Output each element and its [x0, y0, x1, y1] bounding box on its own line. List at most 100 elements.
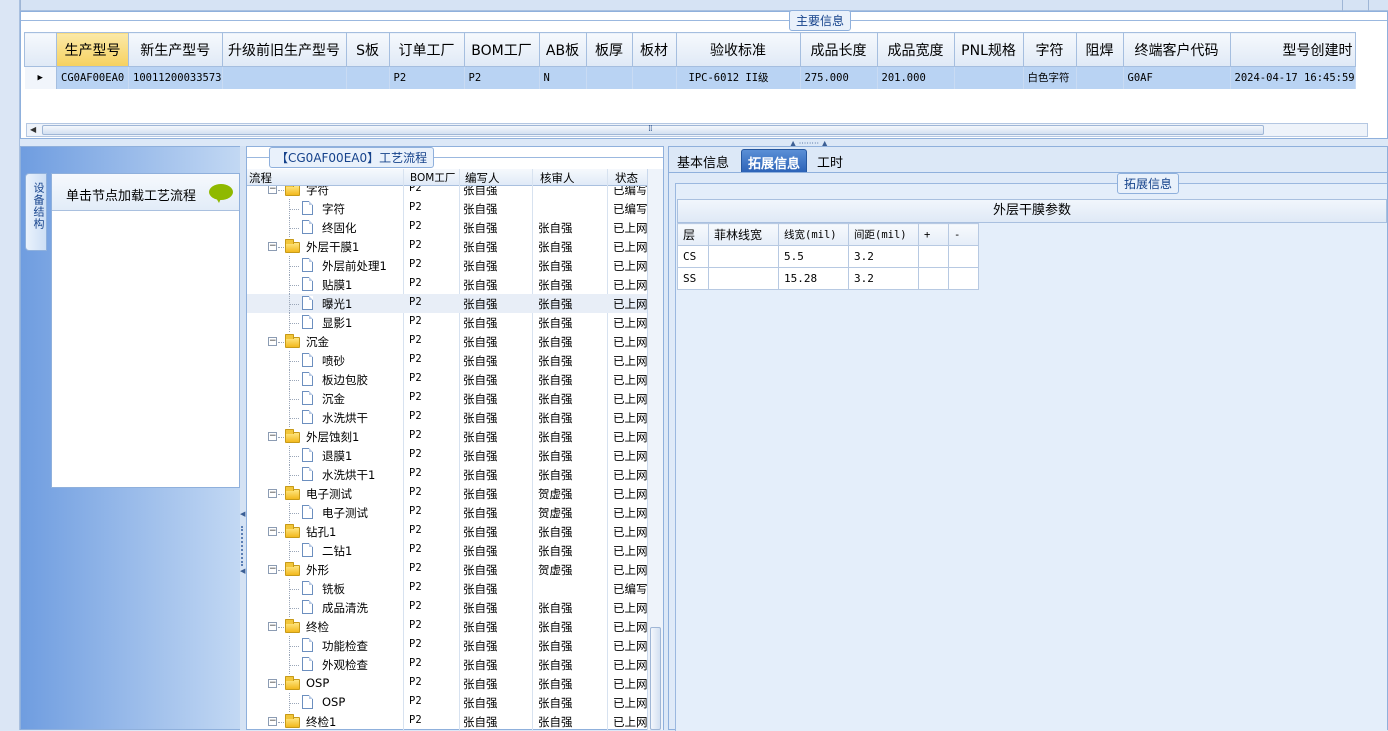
list-item[interactable]: 曝光1 P2 张自强 张自强 已上网: [247, 294, 647, 313]
list-item[interactable]: 水洗烘干1 P2 张自强 张自强 已上网: [247, 465, 647, 484]
table-cell[interactable]: [1076, 66, 1124, 89]
list-item[interactable]: 功能检查 P2 张自强 张自强 已上网: [247, 636, 647, 655]
list-item[interactable]: − 外层蚀刻1 P2 张自强 张自强 已上网: [247, 427, 647, 446]
collapse-icon[interactable]: −: [268, 565, 277, 574]
column-header[interactable]: 新生产型号: [128, 32, 223, 67]
collapse-icon[interactable]: −: [268, 242, 277, 251]
list-item[interactable]: − 钻孔1 P2 张自强 张自强 已上网: [247, 522, 647, 541]
column-header[interactable]: 订单工厂: [388, 32, 465, 67]
param-cell[interactable]: [948, 267, 979, 290]
param-cell[interactable]: 3.2: [848, 267, 919, 290]
table-cell[interactable]: 白色字符: [1023, 66, 1077, 89]
param-cell[interactable]: 3.2: [848, 245, 919, 268]
splitter-arrow-icon[interactable]: ◀: [240, 568, 245, 575]
table-cell[interactable]: [954, 66, 1024, 89]
param-cell[interactable]: [708, 267, 779, 290]
param-cell[interactable]: 5.5: [778, 245, 849, 268]
col-header-flow[interactable]: 流程: [249, 170, 272, 186]
list-item[interactable]: OSP P2 张自强 张自强 已上网: [247, 693, 647, 712]
list-item[interactable]: − 外层干膜1 P2 张自强 张自强 已上网: [247, 237, 647, 256]
col-header-reviewer[interactable]: 核审人: [540, 170, 575, 186]
table-cell[interactable]: CG0AF00EA0: [56, 66, 129, 89]
list-item[interactable]: 板边包胶 P2 张自强 张自强 已上网: [247, 370, 647, 389]
table-cell[interactable]: G0AF: [1123, 66, 1231, 89]
collapse-icon[interactable]: −: [268, 432, 277, 441]
list-item[interactable]: 铣板 P2 张自强 已编写: [247, 579, 647, 598]
list-item[interactable]: 二钻1 P2 张自强 张自强 已上网: [247, 541, 647, 560]
table-cell[interactable]: [586, 66, 633, 89]
column-header[interactable]: 型号创建时: [1229, 32, 1356, 67]
param-cell[interactable]: 15.28: [778, 267, 849, 290]
list-item[interactable]: 终固化 P2 张自强 张自强 已上网: [247, 218, 647, 237]
table-row[interactable]: CS 5.5 3.2: [677, 245, 979, 268]
param-cell[interactable]: [948, 245, 979, 268]
table-cell[interactable]: 275.000: [800, 66, 878, 89]
column-header[interactable]: 阻焊: [1075, 32, 1124, 67]
param-col-header[interactable]: 层: [677, 223, 709, 246]
column-header[interactable]: BOM工厂: [463, 32, 540, 67]
row-indicator-header[interactable]: [24, 32, 57, 67]
list-item[interactable]: 退膜1 P2 张自强 张自强 已上网: [247, 446, 647, 465]
tab-extended-info[interactable]: 拓展信息: [741, 149, 808, 172]
list-item[interactable]: − 外形 P2 张自强 贺虚强 已上网: [247, 560, 647, 579]
table-cell[interactable]: IPC-6012 II级: [676, 66, 801, 89]
param-cell[interactable]: [918, 267, 949, 290]
column-header[interactable]: 终端客户代码: [1122, 32, 1231, 67]
table-cell[interactable]: 10011200033573: [128, 66, 223, 89]
chat-bubble-icon[interactable]: [209, 184, 233, 203]
vertical-scroll-thumb[interactable]: [650, 627, 661, 730]
list-item[interactable]: 显影1 P2 张自强 张自强 已上网: [247, 313, 647, 332]
param-col-header[interactable]: -: [948, 223, 979, 246]
column-header[interactable]: 升级前旧生产型号: [221, 32, 347, 67]
list-item[interactable]: 喷砂 P2 张自强 张自强 已上网: [247, 351, 647, 370]
column-header[interactable]: 成品长度: [799, 32, 878, 67]
tab-basic-info[interactable]: 基本信息: [671, 149, 735, 172]
list-item[interactable]: − 沉金 P2 张自强 张自强 已上网: [247, 332, 647, 351]
list-item[interactable]: 电子测试 P2 张自强 贺虚强 已上网: [247, 503, 647, 522]
param-cell[interactable]: CS: [677, 245, 709, 268]
tab-device-structure[interactable]: 设备结构: [25, 173, 47, 251]
list-item[interactable]: 外层前处理1 P2 张自强 张自强 已上网: [247, 256, 647, 275]
collapse-icon[interactable]: −: [268, 679, 277, 688]
vertical-scrollbar[interactable]: [647, 169, 663, 730]
column-header[interactable]: 验收标准: [675, 32, 801, 67]
flow-tree[interactable]: − 字符 P2 张自强 已编写 字符 P2 张自强 已编写 终固化 P2 张自强 张自强 已上网 − 外层干膜…: [247, 186, 647, 730]
column-header[interactable]: 板厚: [585, 32, 633, 67]
column-header[interactable]: 板材: [631, 32, 677, 67]
list-item[interactable]: − OSP P2 张自强 张自强 已上网: [247, 674, 647, 693]
table-cell[interactable]: [222, 66, 347, 89]
list-item[interactable]: 贴膜1 P2 张自强 张自强 已上网: [247, 275, 647, 294]
table-cell[interactable]: [346, 66, 390, 89]
splitter-arrow-icon[interactable]: ◀: [240, 511, 245, 518]
collapse-icon[interactable]: −: [268, 186, 277, 194]
table-row[interactable]: ▶ CG0AF00EA0 10011200033573 P2 P2 N IPC-6012 I…: [24, 66, 1356, 89]
row-indicator-icon[interactable]: ▶: [24, 66, 57, 89]
list-item[interactable]: − 终检 P2 张自强 张自强 已上网: [247, 617, 647, 636]
param-col-header[interactable]: +: [918, 223, 949, 246]
list-item[interactable]: − 终检1 P2 张自强 张自强 已上网: [247, 712, 647, 730]
tab-work-hours[interactable]: 工时: [811, 149, 849, 172]
node-panel-header[interactable]: 单击节点加载工艺流程: [52, 174, 239, 211]
col-header-writer[interactable]: 编写人: [465, 170, 500, 186]
table-cell[interactable]: 201.000: [877, 66, 955, 89]
param-cell[interactable]: [918, 245, 949, 268]
list-item[interactable]: − 电子测试 P2 张自强 贺虚强 已上网: [247, 484, 647, 503]
table-cell[interactable]: [632, 66, 677, 89]
column-header[interactable]: AB板: [538, 32, 587, 67]
column-header[interactable]: 成品宽度: [876, 32, 955, 67]
param-col-header[interactable]: 线宽(mil): [778, 223, 849, 246]
table-cell[interactable]: P2: [389, 66, 465, 89]
collapse-icon[interactable]: −: [268, 489, 277, 498]
param-cell[interactable]: SS: [677, 267, 709, 290]
collapse-icon[interactable]: −: [268, 717, 277, 726]
list-item[interactable]: − 字符 P2 张自强 已编写: [247, 186, 647, 199]
collapse-icon[interactable]: −: [268, 527, 277, 536]
col-header-status[interactable]: 状态: [615, 170, 638, 186]
list-item[interactable]: 成品清洗 P2 张自强 张自强 已上网: [247, 598, 647, 617]
list-item[interactable]: 字符 P2 张自强 已编写: [247, 199, 647, 218]
table-row[interactable]: SS 15.28 3.2: [677, 267, 979, 290]
column-header[interactable]: 生产型号: [56, 32, 129, 67]
param-col-header[interactable]: 菲林线宽: [708, 223, 779, 246]
node-panel[interactable]: 单击节点加载工艺流程: [51, 173, 240, 488]
param-col-header[interactable]: 间距(mil): [848, 223, 919, 246]
